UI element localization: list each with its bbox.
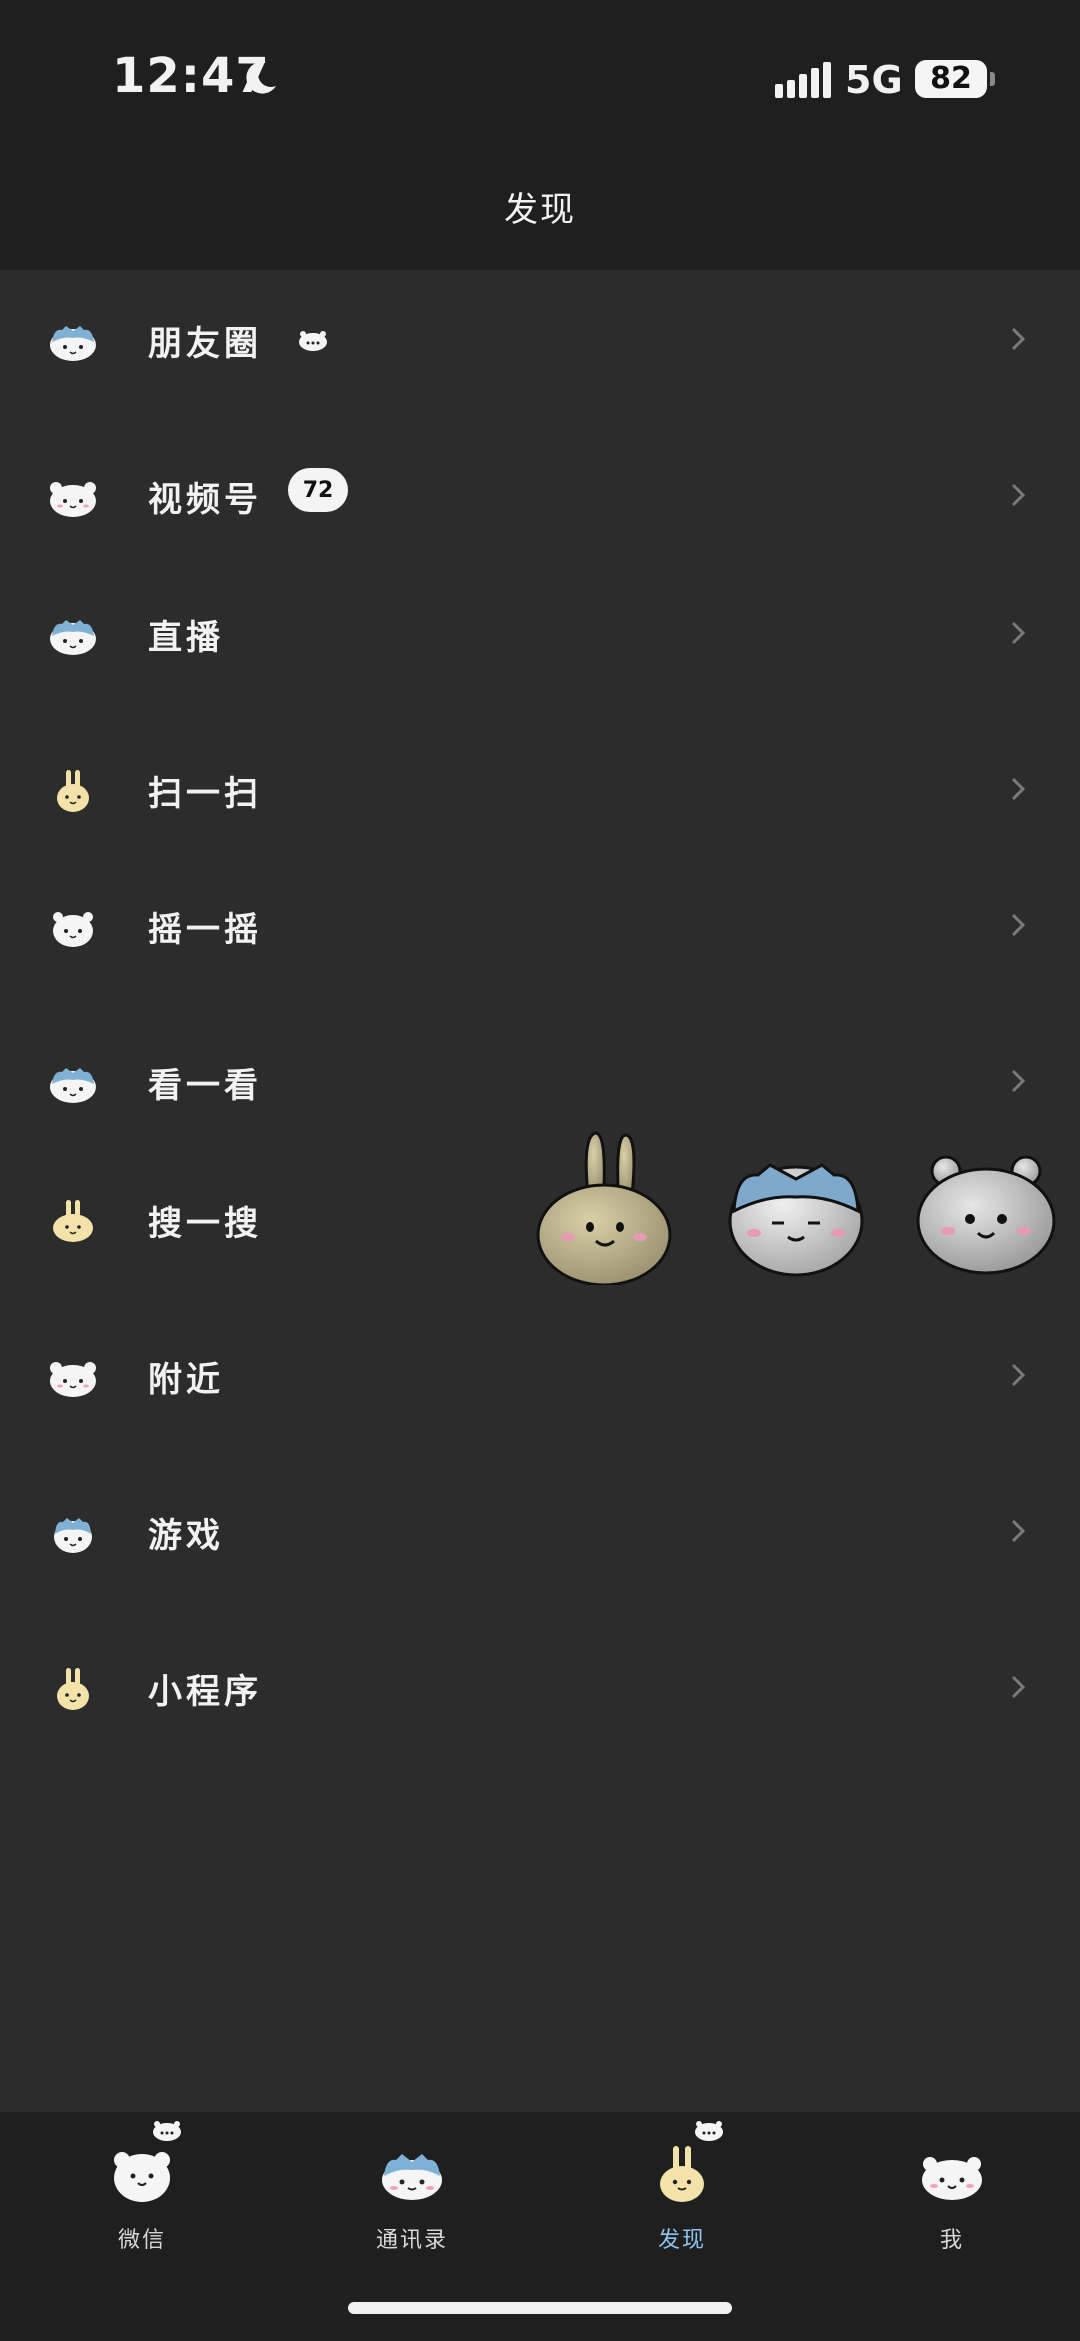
menu-item-top-stories[interactable]: 看一看 [0, 1032, 1080, 1132]
unread-badge: 72 [288, 468, 348, 512]
battery-icon: 82 [915, 60, 987, 98]
tab-label: 微信 [117, 2228, 166, 2253]
tab-label: 我 [939, 2228, 964, 2253]
menu-label: 小程序 [148, 1672, 262, 1712]
chevron-right-icon [1011, 1519, 1026, 1543]
hachiware-icon [50, 620, 96, 655]
usagi-icon [57, 1668, 89, 1710]
hachiware-sticker [728, 1163, 864, 1277]
chiikawa-icon [114, 2152, 170, 2202]
page-title: 发现 [504, 190, 576, 230]
chiikawa-mini-icon [695, 2121, 723, 2141]
hachiware-icon [50, 326, 96, 361]
menu-label: 视频号 [148, 480, 262, 520]
battery-level: 82 [930, 61, 972, 96]
menu-item-scan[interactable]: 扫一扫 [0, 740, 1080, 840]
chevron-right-icon [1011, 621, 1026, 645]
menu-label: 扫一扫 [148, 774, 262, 814]
chiikawa-mini-icon [299, 331, 327, 351]
network-type: 5G [845, 58, 903, 102]
battery-cap [990, 72, 995, 86]
chiikawa-icon [922, 2157, 982, 2200]
tab-chats[interactable]: 微信 [42, 2112, 242, 2272]
hachiware-icon [50, 1068, 96, 1103]
usagi-icon [53, 1200, 93, 1242]
menu-item-mini-programs[interactable]: 小程序 [0, 1638, 1080, 1738]
menu-label: 游戏 [148, 1516, 224, 1556]
chevron-right-icon [1011, 1069, 1026, 1093]
menu-label: 搜一搜 [148, 1204, 262, 1244]
menu-label: 朋友圈 [148, 324, 262, 364]
tab-contacts[interactable]: 通讯录 [312, 2112, 512, 2272]
chevron-right-icon [1011, 777, 1026, 801]
moon-icon [246, 61, 276, 94]
menu-item-nearby[interactable]: 附近 [0, 1326, 1080, 1426]
usagi-icon [57, 770, 89, 812]
menu-label: 附近 [148, 1360, 224, 1400]
usagi-icon [660, 2146, 704, 2202]
menu-item-shake[interactable]: 摇一摇 [0, 876, 1080, 976]
home-indicator[interactable] [348, 2302, 732, 2314]
chevron-right-icon [1011, 1363, 1026, 1387]
chevron-right-icon [1011, 327, 1026, 351]
character-stickers [536, 1131, 1056, 1285]
menu-item-live[interactable]: 直播 [0, 584, 1080, 684]
tab-label: 通讯录 [375, 2228, 448, 2253]
hachiware-icon [54, 1518, 92, 1553]
chevron-right-icon [1011, 913, 1026, 937]
signal-icon [775, 62, 831, 98]
menu-label: 直播 [148, 618, 224, 658]
top-bar: 12:47 5G 82 发现 [0, 0, 1080, 270]
hachiware-icon [382, 2154, 442, 2200]
chiikawa-icon [50, 482, 96, 517]
menu-label: 摇一摇 [148, 910, 262, 950]
chiikawa-sticker [916, 1155, 1056, 1275]
tab-label: 发现 [657, 2228, 706, 2253]
menu-item-moments[interactable]: 朋友圈 [0, 290, 1080, 390]
tab-me[interactable]: 我 [852, 2112, 1052, 2272]
usagi-sticker [536, 1131, 672, 1285]
chevron-right-icon [1011, 483, 1026, 507]
menu-item-games[interactable]: 游戏 [0, 1482, 1080, 1582]
menu-item-channels[interactable]: 视频号 72 [0, 446, 1080, 546]
menu-label: 看一看 [148, 1066, 262, 1106]
chiikawa-icon [53, 912, 93, 947]
chiikawa-mini-icon [153, 2121, 181, 2141]
chiikawa-icon [50, 1362, 96, 1397]
chevron-right-icon [1011, 1675, 1026, 1699]
status-bar: 12:47 5G 82 [0, 0, 1080, 160]
tab-discover[interactable]: 发现 [582, 2112, 782, 2272]
